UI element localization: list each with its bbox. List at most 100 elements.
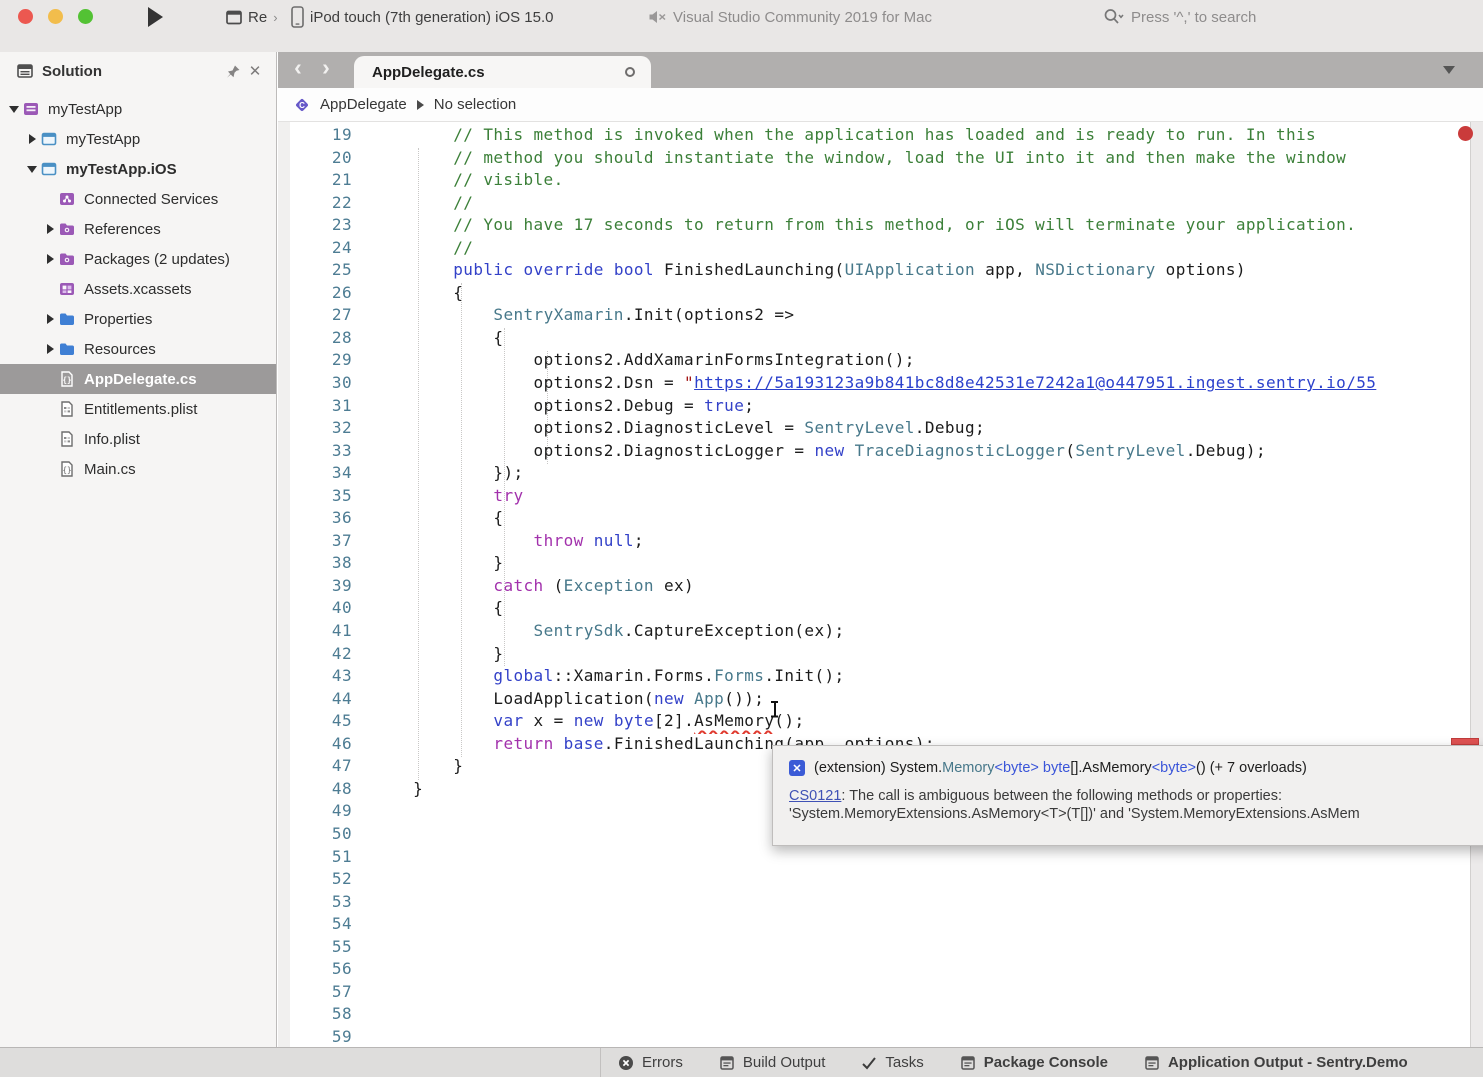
- code-line-35[interactable]: 35 try: [278, 486, 1470, 509]
- line-number[interactable]: 44: [278, 689, 352, 708]
- code-line-58[interactable]: 58: [278, 1004, 1470, 1027]
- code-line-44[interactable]: 44 LoadApplication(new App());: [278, 689, 1470, 712]
- sidebar-item-references[interactable]: References: [0, 214, 276, 244]
- global-search[interactable]: Press '^,' to search: [1103, 0, 1256, 34]
- code-line-45[interactable]: 45 var x = new byte[2].AsMemory();: [278, 711, 1470, 734]
- tab-appdelegate[interactable]: AppDelegate.cs: [354, 56, 651, 88]
- code-line-54[interactable]: 54: [278, 914, 1470, 937]
- breakpoint-marker-icon[interactable]: [1458, 126, 1473, 141]
- code-line-41[interactable]: 41 SentrySdk.CaptureException(ex);: [278, 621, 1470, 644]
- run-button[interactable]: [148, 7, 163, 27]
- line-number[interactable]: 29: [278, 350, 352, 369]
- code-line-42[interactable]: 42 }: [278, 644, 1470, 667]
- scrollbar-track[interactable]: [1470, 122, 1483, 1047]
- close-pad-icon[interactable]: ✕: [244, 60, 266, 82]
- line-number[interactable]: 21: [278, 170, 352, 189]
- line-number[interactable]: 41: [278, 621, 352, 640]
- code-line-43[interactable]: 43 global::Xamarin.Forms.Forms.Init();: [278, 666, 1470, 689]
- code-line-38[interactable]: 38 }: [278, 553, 1470, 576]
- caret-right-icon[interactable]: [42, 314, 58, 324]
- code-line-19[interactable]: 19 // This method is invoked when the ap…: [278, 125, 1470, 148]
- code-line-22[interactable]: 22 //: [278, 193, 1470, 216]
- code-line-27[interactable]: 27 SentryXamarin.Init(options2 =>: [278, 305, 1470, 328]
- code-line-31[interactable]: 31 options2.Debug = true;: [278, 396, 1470, 419]
- line-number[interactable]: 53: [278, 892, 352, 911]
- minimize-button[interactable]: [48, 9, 63, 24]
- line-number[interactable]: 23: [278, 215, 352, 234]
- code-line-36[interactable]: 36 {: [278, 508, 1470, 531]
- line-number[interactable]: 35: [278, 486, 352, 505]
- breadcrumb-selection[interactable]: No selection: [434, 96, 517, 113]
- sidebar-item-resources[interactable]: Resources: [0, 334, 276, 364]
- code-line-23[interactable]: 23 // You have 17 seconds to return from…: [278, 215, 1470, 238]
- line-number[interactable]: 38: [278, 553, 352, 572]
- caret-right-icon[interactable]: [24, 134, 40, 144]
- line-number[interactable]: 22: [278, 193, 352, 212]
- code-line-37[interactable]: 37 throw null;: [278, 531, 1470, 554]
- code-line-28[interactable]: 28 {: [278, 328, 1470, 351]
- line-number[interactable]: 19: [278, 125, 352, 144]
- breadcrumb-class[interactable]: AppDelegate: [320, 96, 407, 113]
- line-number[interactable]: 26: [278, 283, 352, 302]
- line-number[interactable]: 59: [278, 1027, 352, 1046]
- line-number[interactable]: 56: [278, 959, 352, 978]
- line-number[interactable]: 58: [278, 1004, 352, 1023]
- sidebar-item-properties[interactable]: Properties: [0, 304, 276, 334]
- line-number[interactable]: 43: [278, 666, 352, 685]
- tab-list-dropdown-icon[interactable]: [1443, 66, 1455, 74]
- error-token[interactable]: AsMemory: [694, 711, 774, 730]
- code-line-26[interactable]: 26 {: [278, 283, 1470, 306]
- line-number[interactable]: 27: [278, 305, 352, 324]
- statusbar-errors[interactable]: Errors: [618, 1054, 683, 1071]
- caret-down-icon[interactable]: [24, 166, 40, 173]
- navigate-forward-button[interactable]: ›: [314, 54, 338, 81]
- sidebar-item-assets-xcassets[interactable]: Assets.xcassets: [0, 274, 276, 304]
- line-number[interactable]: 28: [278, 328, 352, 347]
- sidebar-item-connected-services[interactable]: Connected Services: [0, 184, 276, 214]
- code-line-56[interactable]: 56: [278, 959, 1470, 982]
- line-number[interactable]: 45: [278, 711, 352, 730]
- line-number[interactable]: 54: [278, 914, 352, 933]
- caret-right-icon[interactable]: [42, 224, 58, 234]
- statusbar-tasks[interactable]: Tasks: [861, 1054, 923, 1071]
- sidebar-item-mytestapp-ios[interactable]: myTestApp.iOS: [0, 154, 276, 184]
- line-number[interactable]: 20: [278, 148, 352, 167]
- line-number[interactable]: 31: [278, 396, 352, 415]
- sidebar-item-entitlements-plist[interactable]: Entitlements.plist: [0, 394, 276, 424]
- line-number[interactable]: 51: [278, 847, 352, 866]
- statusbar-application-output-sentry-demo[interactable]: Application Output - Sentry.Demo: [1144, 1054, 1408, 1071]
- line-number[interactable]: 34: [278, 463, 352, 482]
- navigate-back-button[interactable]: ‹: [286, 54, 310, 81]
- sidebar-item-mytestapp[interactable]: myTestApp: [0, 94, 276, 124]
- caret-down-icon[interactable]: [6, 106, 22, 113]
- code-line-55[interactable]: 55: [278, 937, 1470, 960]
- code-line-59[interactable]: 59: [278, 1027, 1470, 1047]
- code-line-21[interactable]: 21 // visible.: [278, 170, 1470, 193]
- dsn-url-link[interactable]: https://5a193123a9b841bc8d8e42531e7242a1…: [694, 373, 1376, 392]
- sidebar-item-info-plist[interactable]: Info.plist: [0, 424, 276, 454]
- line-number[interactable]: 46: [278, 734, 352, 753]
- close-button[interactable]: [18, 9, 33, 24]
- code-line-32[interactable]: 32 options2.DiagnosticLevel = SentryLeve…: [278, 418, 1470, 441]
- line-number[interactable]: 37: [278, 531, 352, 550]
- line-number[interactable]: 48: [278, 779, 352, 798]
- code-editor[interactable]: 19 // This method is invoked when the ap…: [278, 122, 1483, 1047]
- line-number[interactable]: 40: [278, 598, 352, 617]
- line-number[interactable]: 36: [278, 508, 352, 527]
- line-number[interactable]: 24: [278, 238, 352, 257]
- sidebar-item-appdelegate-cs[interactable]: {}AppDelegate.cs: [0, 364, 276, 394]
- code-line-29[interactable]: 29 options2.AddXamarinFormsIntegration()…: [278, 350, 1470, 373]
- code-line-33[interactable]: 33 options2.DiagnosticLogger = new Trace…: [278, 441, 1470, 464]
- statusbar-build-output[interactable]: Build Output: [719, 1054, 826, 1071]
- code-line-52[interactable]: 52: [278, 869, 1470, 892]
- line-number[interactable]: 25: [278, 260, 352, 279]
- sidebar-item-main-cs[interactable]: {}Main.cs: [0, 454, 276, 484]
- sidebar-item-packages-2-updates[interactable]: Packages (2 updates): [0, 244, 276, 274]
- code-line-24[interactable]: 24 //: [278, 238, 1470, 261]
- zoom-button[interactable]: [78, 9, 93, 24]
- line-number[interactable]: 33: [278, 441, 352, 460]
- statusbar-package-console[interactable]: Package Console: [960, 1054, 1108, 1071]
- line-number[interactable]: 55: [278, 937, 352, 956]
- line-number[interactable]: 42: [278, 644, 352, 663]
- line-number[interactable]: 30: [278, 373, 352, 392]
